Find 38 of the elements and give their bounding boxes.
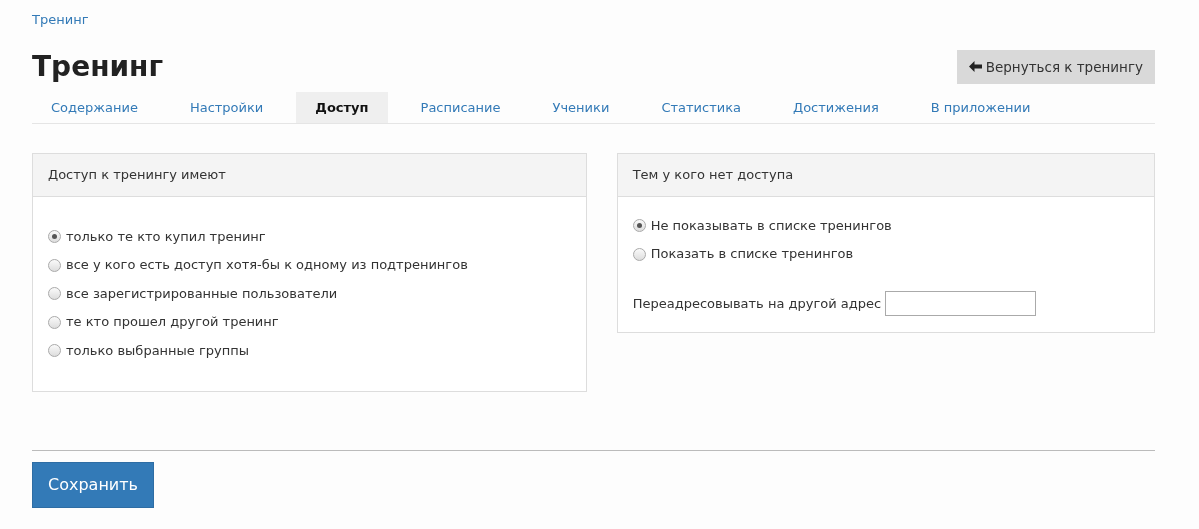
radio-button[interactable] (48, 258, 61, 272)
option-label: Не показывать в списке тренингов (650, 216, 892, 235)
radio-option[interactable]: все зарегистрированные пользователи (48, 283, 571, 304)
tab[interactable]: Ученики (533, 91, 629, 124)
radio-option[interactable]: те кто прошел другой тренинг (48, 312, 571, 332)
radio-button[interactable] (48, 344, 61, 357)
tab[interactable]: Статистика (642, 91, 760, 124)
back-button[interactable]: Вернуться к тренингу (956, 49, 1155, 84)
redirect-label: Переадресовывать на другой адрес (632, 294, 882, 313)
radio-button[interactable] (632, 219, 646, 232)
tab[interactable]: Расписание (401, 91, 520, 124)
tab[interactable]: Содержание (32, 91, 157, 124)
page-title: Тренинг (32, 49, 164, 84)
option-label: Показать в списке тренингов (650, 245, 854, 264)
option-label: все зарегистрированные пользователи (66, 284, 338, 303)
save-button[interactable]: Сохранить (32, 462, 154, 509)
tab[interactable]: Настройки (170, 91, 283, 124)
radio-option[interactable]: Показать в списке тренингов (632, 244, 1139, 264)
panel-header: Тем у кого нет доступа (617, 154, 1154, 197)
option-label: те кто прошел другой тренинг (66, 313, 279, 332)
option-label: только выбранные группы (66, 341, 250, 360)
radio-option[interactable]: только выбранные группы (48, 340, 571, 361)
radio-button[interactable] (48, 315, 61, 329)
tab[interactable]: Достижения (774, 91, 898, 124)
radio-option[interactable]: Не показывать в списке тренингов (632, 215, 1139, 236)
radio-button[interactable] (632, 247, 646, 261)
radio-option[interactable]: все у кого есть доступ хотя-бы к одному из подтренингов (48, 255, 571, 275)
tab[interactable]: В приложении (911, 91, 1050, 124)
tab[interactable]: Доступ (296, 91, 388, 124)
panel-header: Доступ к тренингу имеют (33, 154, 586, 197)
option-label: все у кого есть доступ хотя-бы к одному из подтренингов (66, 256, 468, 275)
option-label: только те кто купил тренинг (66, 227, 266, 246)
radio-button[interactable] (48, 230, 61, 243)
redirect-url-field[interactable] (885, 290, 1037, 316)
radio-button[interactable] (48, 287, 61, 300)
arrow-left-icon (968, 61, 982, 73)
breadcrumb-link[interactable]: Тренинг (32, 10, 89, 30)
radio-option[interactable]: только те кто купил тренинг (48, 226, 571, 247)
